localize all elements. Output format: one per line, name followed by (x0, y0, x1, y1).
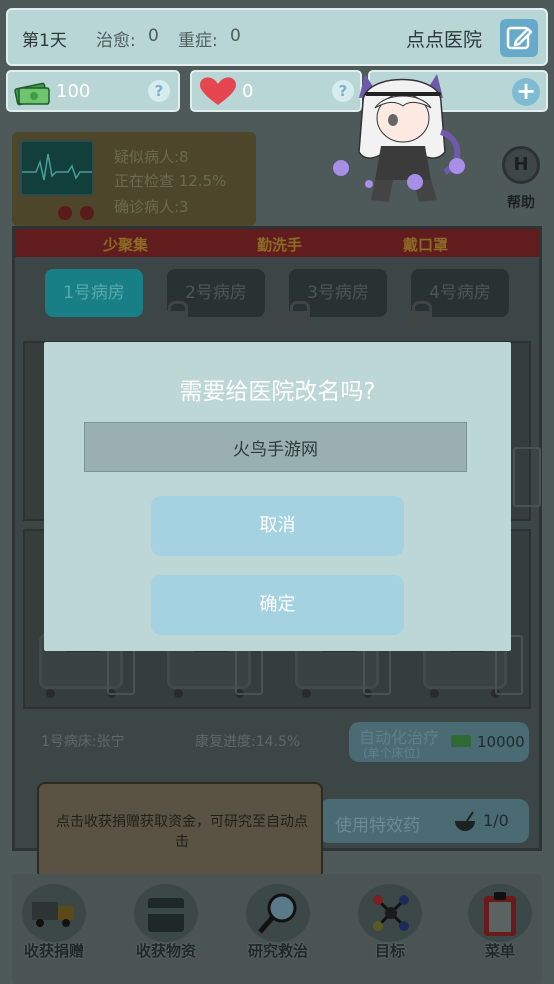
indicator-light (80, 206, 94, 220)
nav-label: 收获物资 (135, 942, 196, 960)
indicator-light (58, 206, 72, 220)
box-icon (148, 898, 184, 932)
severe-value: 0 (230, 26, 241, 46)
auto-treat-button[interactable]: 自动化治疗 (单个床位) 10000 (349, 722, 529, 762)
dialog-title: 需要给医院改名吗? (179, 379, 376, 405)
nav-goals[interactable]: 目标 (348, 880, 432, 964)
cancel-button[interactable]: 取消 (151, 496, 404, 556)
nav-label: 研究救治 (247, 942, 308, 960)
auto-treat-cost: 10000 (477, 733, 525, 751)
mascot-girl-icon (358, 74, 461, 202)
ecg-line-icon (22, 153, 92, 181)
truck-icon (32, 902, 74, 927)
special-medicine-button[interactable]: 使用特效药 1/0 (319, 799, 529, 843)
heart-monitor-screen (20, 140, 94, 196)
recovery-progress: 康复进度:14.5% (195, 734, 301, 750)
confirmed-count: 确诊病人:3 (114, 198, 189, 216)
clipboard-icon (484, 892, 516, 936)
checking-progress: 正在检查 12.5% (114, 172, 227, 190)
help-button[interactable]: H 帮助 (494, 142, 548, 214)
hospital-name-input[interactable] (84, 422, 467, 472)
monitor-panel: 疑似病人:8 正在检查 12.5% 确诊病人:3 (12, 132, 256, 226)
hint-text: 点击收获捐赠获取资金，可研究至自动点击 (56, 814, 308, 850)
edit-pen-icon (506, 26, 533, 50)
special-medicine-label: 使用特效药 (335, 816, 420, 836)
magnifier-icon (258, 893, 297, 934)
rename-dialog: 需要给医院改名吗? 取消 确定 (44, 342, 511, 651)
sparkle-bubble (365, 180, 373, 188)
cured-label: 治愈: (96, 31, 136, 51)
bottom-nav: 收获捐赠 收获物资 研究救治 目标 菜单 (12, 874, 542, 984)
sparkle-bubble (407, 174, 423, 190)
money-icon (451, 735, 471, 747)
auto-treat-sub: (单个床位) (363, 746, 421, 760)
sparkle-bubble (449, 158, 465, 174)
slogan-item: 勤洗手 (257, 236, 303, 254)
top-status-bar: 第1天 治愈: 0 重症: 0 点点医院 (6, 8, 548, 66)
nav-collect-donations[interactable]: 收获捐赠 (12, 880, 96, 964)
heart-icon (200, 77, 236, 105)
nav-label: 收获捐赠 (23, 942, 84, 960)
money-value: 100 (56, 81, 91, 102)
tab-ward-1[interactable]: 1号病房 (45, 269, 143, 317)
help-label: 帮助 (507, 195, 535, 211)
cured-value: 0 (148, 26, 159, 46)
edit-name-button[interactable] (500, 19, 538, 57)
severe-label: 重症: (178, 31, 218, 51)
plus-button[interactable]: + (512, 78, 540, 106)
slogan-item: 戴口罩 (403, 236, 449, 254)
medicine-bowl-icon (455, 811, 475, 831)
nav-menu[interactable]: 菜单 (458, 880, 542, 964)
money-help-button[interactable]: ? (148, 80, 170, 102)
molecule-icon (373, 895, 409, 931)
sparkle-bubble (333, 160, 349, 176)
money-box: 100 ? (6, 70, 180, 112)
hearts-box: 0 ? (190, 70, 362, 112)
lock-icon (285, 301, 310, 329)
nav-research[interactable]: 研究救治 (236, 880, 320, 964)
nav-collect-supplies[interactable]: 收获物资 (124, 880, 208, 964)
day-counter: 第1天 (22, 31, 67, 51)
lock-icon (163, 301, 188, 329)
nav-label: 目标 (374, 942, 405, 960)
monitor-stand (513, 447, 541, 507)
slogan-item: 少聚集 (103, 236, 149, 254)
money-icon (14, 82, 50, 106)
nav-label: 菜单 (484, 942, 515, 960)
suspected-count: 疑似病人:8 (114, 148, 189, 166)
special-medicine-count: 1/0 (483, 811, 509, 830)
bed-patient-label: 1号病床:张宁 (41, 734, 125, 750)
confirm-button[interactable]: 确定 (151, 575, 404, 635)
hospital-name[interactable]: 点点医院 (406, 25, 482, 52)
hint-tooltip: 点击收获捐赠获取资金，可研究至自动点击 (37, 782, 323, 890)
help-h-icon: H (502, 146, 540, 184)
slogan-banner: 少聚集 勤洗手 戴口罩 (15, 229, 539, 257)
lock-icon (407, 301, 432, 329)
hearts-value: 0 (242, 81, 254, 102)
mascot-character (333, 62, 475, 232)
